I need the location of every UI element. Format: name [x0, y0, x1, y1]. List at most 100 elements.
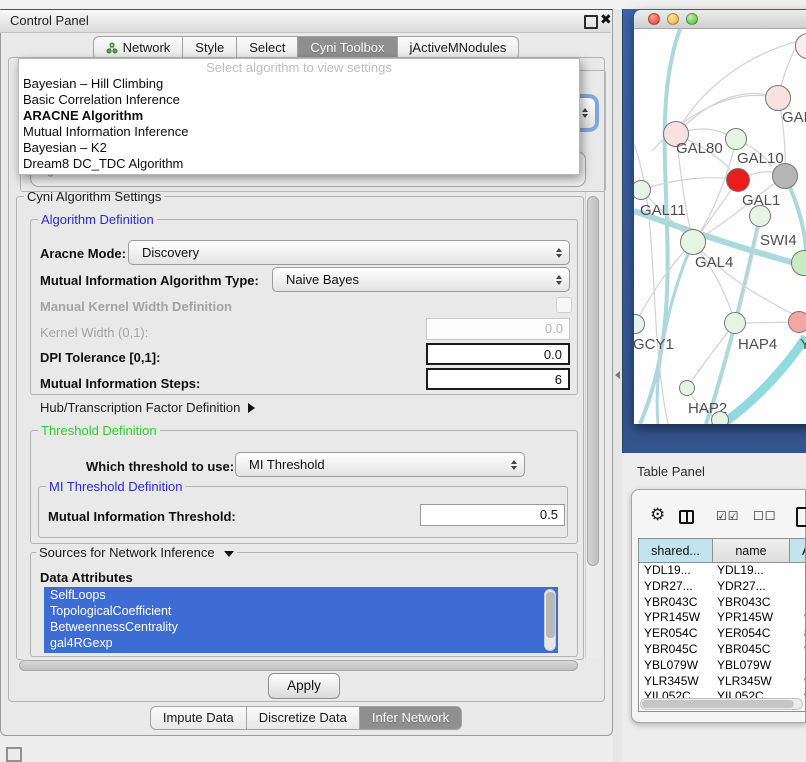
- attribute-list-scroll-thumb[interactable]: [546, 592, 555, 638]
- deselect-columns-icon[interactable]: ☐☐: [753, 509, 777, 523]
- algorithm-option-basic-correlation-inference[interactable]: Basic Correlation Inference: [19, 92, 579, 108]
- attribute-item-selfloops[interactable]: SelfLoops: [44, 587, 558, 603]
- table-cell: 9.: [790, 642, 806, 658]
- table-row[interactable]: YPR145WYPR145W9.: [639, 610, 805, 626]
- column-header-name[interactable]: name: [713, 539, 790, 563]
- algorithm-option-mutual-information-inference[interactable]: Mutual Information Inference: [19, 124, 579, 140]
- algorithm-option-dream8-dc-tdc-algorithm[interactable]: Dream8 DC_TDC Algorithm: [19, 156, 579, 172]
- attribute-item-betweennesscentrality[interactable]: BetweennessCentrality: [44, 619, 558, 635]
- table-row[interactable]: YBR045CYBR045C9.: [639, 642, 805, 658]
- table-cell: YBR043C: [713, 595, 790, 611]
- settings-vertical-scroll-thumb[interactable]: [587, 196, 599, 566]
- top-strip: [0, 0, 806, 9]
- tab-impute-data[interactable]: Impute Data: [150, 706, 247, 730]
- split-columns-icon[interactable]: [679, 510, 694, 524]
- mi-type-select[interactable]: Naive Bayes: [272, 267, 570, 292]
- table-horizontal-scroll-thumb[interactable]: [642, 700, 794, 708]
- algorithm-option-bayesian-hill-climbing[interactable]: Bayesian – Hill Climbing: [19, 76, 579, 92]
- algorithm-option-aracne-algorithm[interactable]: ARACNE Algorithm: [19, 108, 579, 124]
- network-node-swi4[interactable]: [749, 205, 771, 227]
- mi-threshold-field[interactable]: 0.5: [420, 504, 565, 526]
- network-node-gray-node[interactable]: [772, 163, 798, 189]
- mi-threshold-group-title: MI Threshold Definition: [46, 479, 185, 494]
- table-header-row: shared...nameA: [639, 539, 805, 563]
- mi-type-label: Mutual Information Algorithm Type:: [40, 273, 259, 288]
- threshold-definition-title: Threshold Definition: [38, 423, 160, 438]
- sources-title-text: Sources for Network Inference: [39, 545, 215, 560]
- network-node-bottom-node[interactable]: [711, 411, 729, 424]
- kernel-width-label: Kernel Width (0,1):: [40, 325, 148, 340]
- collapse-arrow-icon[interactable]: [615, 371, 620, 379]
- settings-horizontal-scroll-thumb[interactable]: [19, 660, 578, 671]
- mi-type-value: Naive Bayes: [286, 272, 359, 287]
- dpi-tolerance-field[interactable]: 0.0: [426, 343, 570, 365]
- minimized-panel-icon[interactable]: [6, 747, 22, 762]
- manual-kernel-checkbox[interactable]: [556, 297, 572, 313]
- minimize-window-icon[interactable]: [667, 13, 679, 25]
- spinner-arrows-icon: [556, 248, 562, 258]
- network-node-gal1[interactable]: [726, 168, 750, 192]
- network-canvas[interactable]: GALGAL80GAL10GAL1GAL11SWI4GAL4HAP4YGCY1H…: [634, 29, 806, 424]
- table-cell: 9.: [790, 674, 806, 690]
- table-cell: 8.: [790, 626, 806, 642]
- attribute-item-topologicalcoefficient[interactable]: TopologicalCoefficient: [44, 603, 558, 619]
- node-table[interactable]: shared...nameA YDL19...YDL19...13YDR27..…: [638, 538, 806, 712]
- network-node-gal-top[interactable]: [765, 85, 791, 111]
- tab-discretize-data[interactable]: Discretize Data: [246, 706, 360, 730]
- algorithm-option-bayesian-k2[interactable]: Bayesian – K2: [19, 140, 579, 156]
- aracne-mode-select[interactable]: Discovery: [128, 240, 570, 265]
- attribute-item-gal4rgexp[interactable]: gal4RGexp: [44, 635, 558, 651]
- table-cell: YLR345W: [639, 674, 713, 690]
- table-settings-gear-icon[interactable]: ⚙: [650, 506, 665, 523]
- kernel-width-field[interactable]: 0.0: [426, 318, 570, 340]
- hub-section-label: Hub/Transcription Factor Definition: [40, 400, 240, 415]
- apply-button[interactable]: Apply: [268, 673, 340, 699]
- aracne-mode-value: Discovery: [142, 245, 199, 260]
- table-body: YDL19...YDL19...13YDR27...YDR27...12YBR0…: [639, 563, 805, 705]
- column-header-a[interactable]: A: [790, 539, 806, 563]
- select-columns-icon[interactable]: ☑☑: [716, 509, 740, 523]
- screen: Control Panel ✖ NetworkStyleSelectCyni T…: [0, 0, 806, 762]
- close-window-icon[interactable]: [648, 13, 660, 25]
- node-label-gcy1: GCY1: [634, 336, 674, 353]
- table-row[interactable]: YLR345WYLR345W9.: [639, 674, 805, 690]
- tab-discretize-data-label: Discretize Data: [259, 710, 347, 725]
- table-row[interactable]: YBL079WYBL079W: [639, 658, 805, 674]
- table-row[interactable]: YBR043CYBR043C: [639, 595, 805, 611]
- table-row[interactable]: YDL19...YDL19...13: [639, 563, 805, 579]
- table-cell: 13: [790, 563, 806, 579]
- manual-kernel-label: Manual Kernel Width Definition: [40, 299, 232, 314]
- float-panel-icon[interactable]: [584, 15, 598, 29]
- which-threshold-select[interactable]: MI Threshold: [235, 452, 525, 477]
- network-node-gal10[interactable]: [725, 128, 747, 150]
- hub-section-toggle[interactable]: Hub/Transcription Factor Definition: [40, 400, 255, 415]
- table-cell: YDR27...: [639, 579, 713, 595]
- spinner-arrows-icon: [511, 460, 517, 470]
- column-header-shared[interactable]: shared...: [639, 539, 713, 563]
- panel-divider[interactable]: [613, 9, 622, 762]
- table-cell: YDR27...: [713, 579, 790, 595]
- network-node-hap4[interactable]: [724, 312, 746, 334]
- network-node-gal4[interactable]: [680, 229, 706, 255]
- node-label-gal-top: GAL: [782, 109, 806, 126]
- network-node-hap2[interactable]: [679, 380, 695, 396]
- which-threshold-value: MI Threshold: [249, 457, 325, 472]
- table-cell: YER054C: [713, 626, 790, 642]
- network-node-y-node[interactable]: [788, 311, 806, 333]
- table-row[interactable]: YDR27...YDR27...12: [639, 579, 805, 595]
- sources-group-title[interactable]: Sources for Network Inference: [36, 545, 237, 560]
- table-cell: YDL19...: [713, 563, 790, 579]
- zoom-window-icon[interactable]: [686, 13, 698, 25]
- close-panel-icon[interactable]: ✖: [600, 11, 612, 28]
- table-cell: YLR345W: [713, 674, 790, 690]
- algorithm-dropdown: Select algorithm to view settings Bayesi…: [18, 58, 580, 175]
- data-attributes-list[interactable]: SelfLoopsTopologicalCoefficientBetweenne…: [44, 587, 558, 653]
- table-row[interactable]: YER054CYER054C8.: [639, 626, 805, 642]
- table-cell: YBR045C: [639, 642, 713, 658]
- export-table-icon[interactable]: [796, 507, 806, 527]
- table-cell: 9.: [790, 610, 806, 626]
- mi-steps-label: Mutual Information Steps:: [40, 376, 200, 391]
- tab-infer-network-label: Infer Network: [372, 710, 449, 725]
- tab-infer-network[interactable]: Infer Network: [359, 706, 462, 730]
- mi-steps-field[interactable]: 6: [426, 368, 570, 390]
